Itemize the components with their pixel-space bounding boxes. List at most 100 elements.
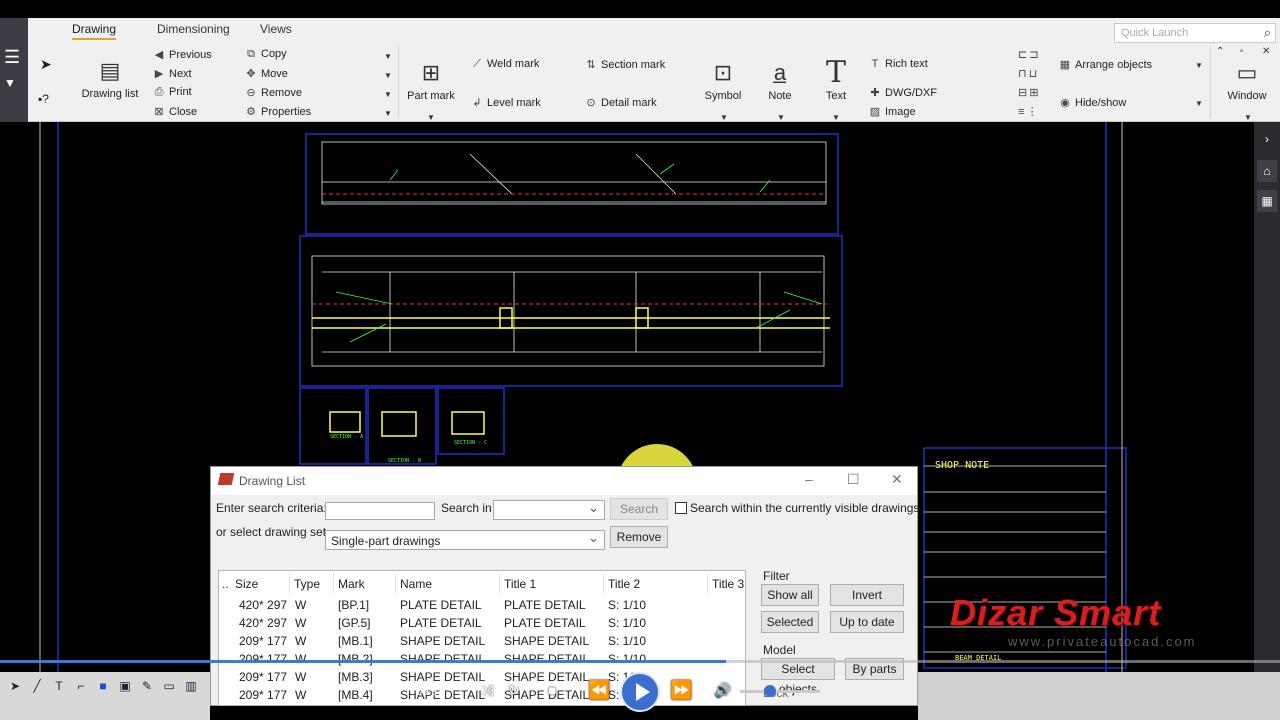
selected-button[interactable]: Selected	[761, 611, 819, 633]
align-center-icon[interactable]: ⊟	[1018, 87, 1027, 99]
table-row[interactable]: 420* 297 W [BP.1] PLATE DETAIL PLATE DET…	[219, 597, 745, 615]
search-icon[interactable]: ⌕	[1264, 25, 1271, 41]
quick-launch-input[interactable]: Quick Launch ⌕	[1114, 23, 1276, 43]
table-row[interactable]: 209* 177 W [MB.1] SHAPE DETAIL SHAPE DET…	[219, 633, 745, 651]
select-arrow-icon[interactable]: ➤	[40, 56, 52, 73]
remove-button[interactable]: ⊖ Remove	[244, 86, 302, 99]
player-rewind-icon[interactable]: ⏪	[588, 680, 610, 701]
player-stop-icon[interactable]: ■	[548, 682, 556, 698]
help-cursor-icon[interactable]: ▪?	[38, 92, 49, 106]
maximize-icon[interactable]: ☐	[847, 471, 860, 488]
collapse-icon[interactable]: ▼	[4, 74, 16, 92]
move-button[interactable]: ✥ Move	[244, 67, 288, 80]
show-all-button[interactable]: Show all	[761, 584, 819, 606]
panel-collapse-icon[interactable]: ›	[1257, 128, 1277, 150]
column-header-mark[interactable]: Mark	[338, 577, 365, 591]
tab-drawing[interactable]: Drawing	[72, 22, 117, 40]
part-mark-button[interactable]: ⊞ Part mark	[404, 56, 458, 102]
text-dropdown-icon[interactable]: ▼	[832, 113, 840, 122]
frame-tool-icon[interactable]: ▣	[116, 677, 134, 695]
previous-button[interactable]: ◀ Previous	[152, 48, 212, 61]
up-to-date-button[interactable]: Up to date	[830, 611, 904, 633]
visible-only-checkbox[interactable]	[675, 502, 687, 514]
align-left-icon[interactable]: ⊏	[1018, 49, 1027, 61]
copy-button[interactable]: ⧉ Copy	[244, 48, 287, 61]
distribute-icon[interactable]: ≡	[1018, 106, 1024, 118]
properties-dropdown-icon[interactable]: ▼	[384, 109, 392, 118]
close-button[interactable]: ⊠ Close	[152, 105, 197, 118]
part-mark-dropdown-icon[interactable]: ▼	[427, 113, 435, 122]
move-dropdown-icon[interactable]: ▼	[384, 71, 392, 80]
search-in-select[interactable]	[493, 500, 605, 520]
hide-show-button[interactable]: ◉ Hide/show	[1058, 96, 1126, 109]
drawing-list-button[interactable]: ▤ Drawing list	[78, 54, 142, 100]
align-top-icon[interactable]: ⊓	[1018, 68, 1027, 80]
player-shuffle-icon[interactable]: ⤨	[482, 682, 493, 699]
box-tool-icon[interactable]: ▭	[160, 677, 178, 695]
symbol-button[interactable]: ⊡ Symbol	[700, 56, 746, 102]
image-button[interactable]: ▨ Image	[868, 105, 916, 118]
player-volume-icon[interactable]: 🔊	[714, 682, 731, 699]
rectangle-tool-icon[interactable]: ■	[94, 677, 112, 695]
column-header-type[interactable]: Type	[294, 577, 320, 591]
print-button[interactable]: ⎙ Print	[152, 86, 192, 99]
rich-text-button[interactable]: T Rich text	[868, 58, 928, 70]
align-icons-group[interactable]: ⊏ ⊐ ⊓ ⊔ ⊟ ⊞ ≡ ⋮	[1018, 46, 1052, 122]
table-row[interactable]: 420* 297 W [GP.5] PLATE DETAIL PLATE DET…	[219, 615, 745, 633]
search-criteria-input[interactable]	[325, 502, 435, 520]
weld-mark-button[interactable]: ⟋ Weld mark	[470, 58, 539, 71]
grid-icon[interactable]: ▦	[1257, 190, 1277, 212]
minimize-icon[interactable]: –	[805, 471, 813, 487]
player-forward-icon[interactable]: ⏩	[670, 680, 692, 701]
search-button[interactable]: Search	[610, 498, 668, 520]
player-volume-knob[interactable]	[764, 685, 776, 697]
column-header-expand[interactable]: ..	[222, 577, 229, 591]
dwg-dxf-button[interactable]: ✚ DWG/DXF	[868, 86, 937, 99]
select-tool-icon[interactable]: ➤	[6, 677, 24, 695]
player-repeat-icon[interactable]: ↻	[508, 682, 520, 699]
properties-button[interactable]: ⚙ Properties	[244, 105, 311, 118]
align-bottom-icon[interactable]: ⊔	[1029, 68, 1038, 80]
column-header-size[interactable]: Size	[235, 577, 258, 591]
tab-dimensioning[interactable]: Dimensioning	[157, 22, 230, 36]
polyline-tool-icon[interactable]: ⌐	[72, 677, 90, 695]
text-tool-icon[interactable]: T	[50, 677, 68, 695]
column-header-name[interactable]: Name	[400, 577, 432, 591]
arrange-dropdown-icon[interactable]: ▼	[1195, 61, 1203, 70]
detail-mark-button[interactable]: ⊙ Detail mark	[584, 96, 656, 109]
hide-show-dropdown-icon[interactable]: ▼	[1195, 99, 1203, 108]
invert-button[interactable]: Invert	[830, 584, 904, 606]
window-button[interactable]: ▭ Window	[1220, 56, 1274, 102]
video-progress-bar[interactable]	[0, 660, 1280, 663]
arrange-objects-button[interactable]: ▦ Arrange objects	[1058, 58, 1152, 71]
section-mark-button[interactable]: ⇅ Section mark	[584, 58, 665, 71]
note-button[interactable]: a̲ Note	[760, 56, 800, 102]
pen-tool-icon[interactable]: ✎	[138, 677, 156, 695]
column-header-title1[interactable]: Title 1	[504, 577, 536, 591]
note-dropdown-icon[interactable]: ▼	[777, 113, 785, 122]
level-mark-button[interactable]: ↲ Level mark	[470, 96, 540, 109]
window-dropdown-icon[interactable]: ▼	[1244, 113, 1252, 122]
symbol-dropdown-icon[interactable]: ▼	[720, 113, 728, 122]
section-mark-label: Section mark	[601, 59, 666, 71]
player-volume-slider[interactable]	[740, 690, 820, 693]
text-button[interactable]: T Text	[816, 56, 856, 103]
tab-views[interactable]: Views	[260, 22, 292, 36]
line-tool-icon[interactable]: ╱	[28, 677, 46, 695]
bank-icon[interactable]: ⌂	[1257, 160, 1277, 182]
remove-dropdown-icon[interactable]: ▼	[384, 90, 392, 99]
align-middle-icon[interactable]: ⊞	[1029, 87, 1038, 99]
align-right-icon[interactable]: ⊐	[1029, 49, 1038, 61]
player-play-button[interactable]	[620, 672, 660, 712]
menu-icon[interactable]: ☰	[4, 48, 20, 66]
column-header-title2[interactable]: Title 2	[608, 577, 640, 591]
drawing-set-select[interactable]: Single-part drawings	[325, 530, 605, 550]
remove-set-button[interactable]: Remove	[610, 526, 668, 548]
column-header-title3[interactable]: Title 3	[712, 577, 744, 591]
hatch-tool-icon[interactable]: ▥	[182, 677, 200, 695]
next-button[interactable]: ▶ Next	[152, 67, 192, 80]
distribute-v-icon[interactable]: ⋮	[1027, 106, 1038, 118]
dialog-close-icon[interactable]: ✕	[891, 471, 903, 488]
copy-dropdown-icon[interactable]: ▼	[384, 52, 392, 61]
move-icon: ✥	[246, 68, 256, 80]
